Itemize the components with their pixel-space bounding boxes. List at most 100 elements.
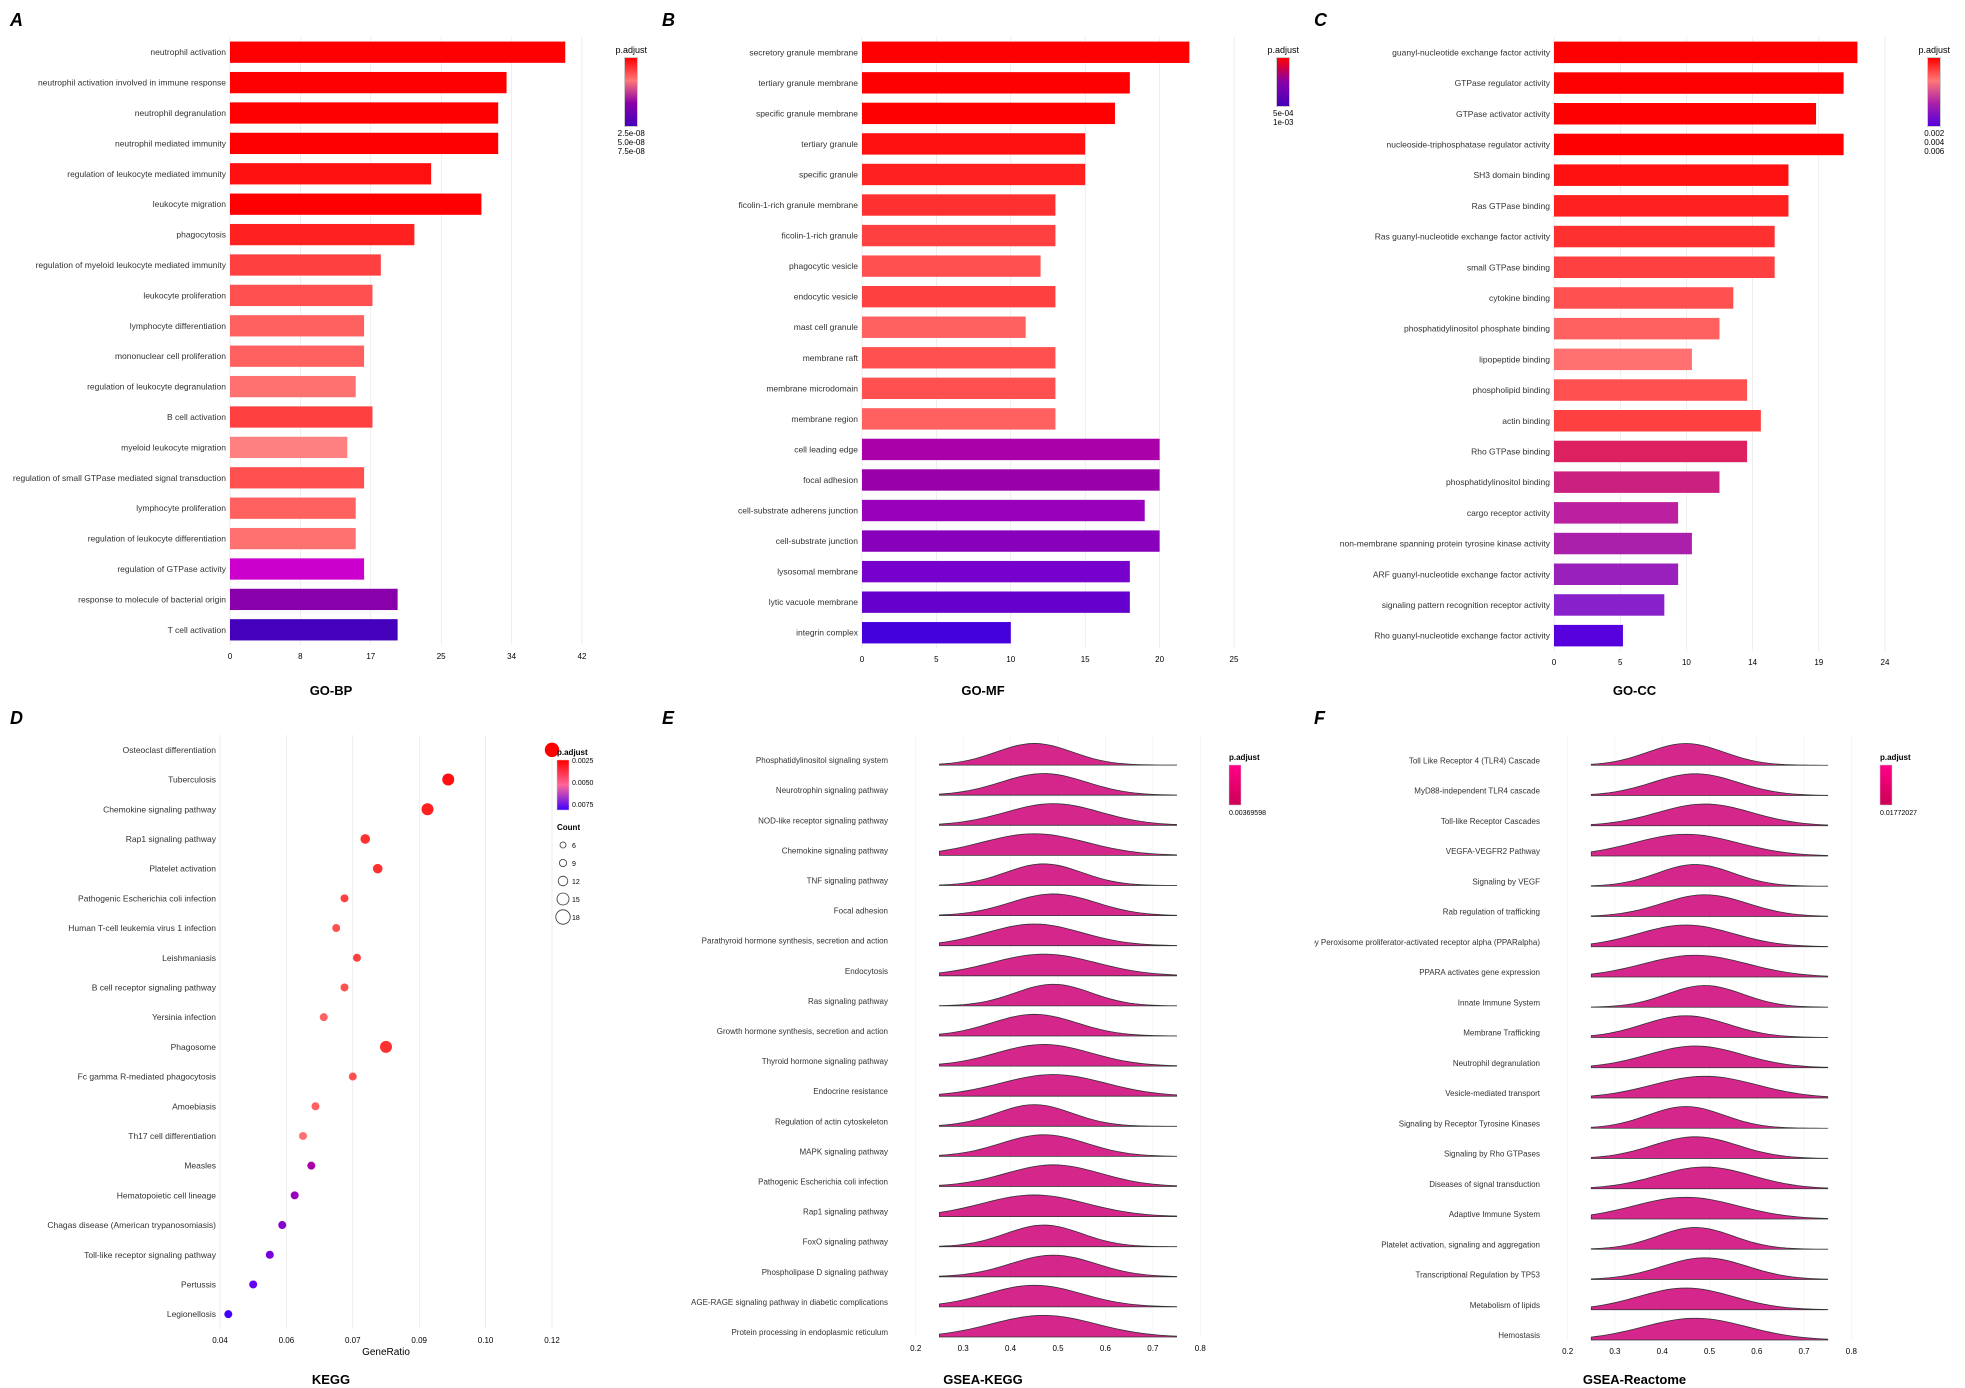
bar-8 <box>862 286 1055 307</box>
ridge-13 <box>939 1135 1176 1157</box>
dot-4 <box>373 864 383 874</box>
svg-text:42: 42 <box>578 652 587 661</box>
svg-text:Signaling by Rho GTPases: Signaling by Rho GTPases <box>1444 1150 1540 1159</box>
ridge-13 <box>1591 1137 1827 1159</box>
svg-text:0.0025: 0.0025 <box>572 758 594 765</box>
svg-text:mast cell granule: mast cell granule <box>794 322 859 332</box>
dot-14 <box>307 1162 315 1170</box>
bar-0 <box>862 42 1189 63</box>
panel-D-inner: 0.040.060.070.090.100.12GeneRatioOsteocl… <box>10 708 652 1387</box>
svg-text:Rho guanyl-nucleotide exchange: Rho guanyl-nucleotide exchange factor ac… <box>1374 631 1551 641</box>
svg-text:Neutrophil degranulation: Neutrophil degranulation <box>1453 1059 1540 1068</box>
svg-text:secretory granule membrane: secretory granule membrane <box>749 47 858 57</box>
svg-text:Hematopoietic cell lineage: Hematopoietic cell lineage <box>117 1190 216 1200</box>
svg-text:specific granule membrane: specific granule membrane <box>756 108 858 118</box>
svg-text:0.4: 0.4 <box>1005 1344 1017 1353</box>
svg-text:lysosomal membrane: lysosomal membrane <box>777 567 858 577</box>
panel-C-bars: 0510141924guanyl-nucleotide exchange fac… <box>1314 32 1955 679</box>
bar-4 <box>862 164 1085 185</box>
svg-text:actin binding: actin binding <box>1502 416 1550 426</box>
bar-14 <box>1554 471 1720 492</box>
svg-text:response to molecule of bacter: response to molecule of bacterial origin <box>78 594 226 604</box>
dot-3 <box>360 834 370 844</box>
svg-text:Tuberculosis: Tuberculosis <box>168 775 216 785</box>
dot-11 <box>349 1073 357 1081</box>
bar-1 <box>1554 72 1844 93</box>
svg-text:0.01772027: 0.01772027 <box>1880 810 1917 817</box>
svg-text:lytic vacuole membrane: lytic vacuole membrane <box>769 597 859 607</box>
svg-text:0.0075: 0.0075 <box>572 802 594 809</box>
svg-text:FoxO signaling pathway: FoxO signaling pathway <box>803 1238 888 1247</box>
panel-C-inner: 0510141924guanyl-nucleotide exchange fac… <box>1314 10 1955 698</box>
svg-text:p.adjust: p.adjust <box>557 748 588 757</box>
svg-text:15: 15 <box>572 897 580 904</box>
svg-text:specific granule: specific granule <box>799 169 858 179</box>
svg-text:Fc gamma R-mediated phagocytos: Fc gamma R-mediated phagocytosis <box>78 1072 216 1082</box>
panel-B-bars: 0510152025secretory granule membranetert… <box>662 32 1304 679</box>
svg-text:VEGFA-VEGFR2 Pathway: VEGFA-VEGFR2 Pathway <box>1446 847 1540 856</box>
svg-text:Diseases of signal transductio: Diseases of signal transduction <box>1429 1180 1540 1189</box>
svg-text:Rho GTPase binding: Rho GTPase binding <box>1471 446 1550 456</box>
bar-7 <box>862 255 1041 276</box>
svg-text:Chagas disease (American trypa: Chagas disease (American trypanosomiasis… <box>47 1220 216 1230</box>
panel-A-inner: 0817253442neutrophil activationneutrophi… <box>10 10 652 698</box>
bar-5 <box>230 194 481 215</box>
svg-text:0: 0 <box>860 655 865 664</box>
svg-text:0.07: 0.07 <box>345 1336 361 1345</box>
svg-text:18: 18 <box>572 915 580 922</box>
ridge-19 <box>939 1315 1176 1337</box>
svg-text:Ras signaling pathway: Ras signaling pathway <box>808 997 888 1006</box>
bar-17 <box>862 561 1130 582</box>
bar-6 <box>1554 226 1775 247</box>
svg-text:Hemostasis: Hemostasis <box>1498 1331 1540 1340</box>
bar-7 <box>1554 257 1775 278</box>
panel-F: F 0.20.30.40.50.60.70.8Toll Like Recepto… <box>1314 708 1955 1387</box>
bar-6 <box>862 225 1055 246</box>
svg-text:regulation of leukocyte mediat: regulation of leukocyte mediated immunit… <box>67 169 226 179</box>
svg-text:Ras GTPase binding: Ras GTPase binding <box>1472 201 1551 211</box>
svg-text:Phosphatidylinositol signaling: Phosphatidylinositol signaling system <box>756 756 888 765</box>
bar-11 <box>862 378 1055 399</box>
svg-text:B cell receptor signaling path: B cell receptor signaling pathway <box>92 982 217 992</box>
svg-text:Yersinia infection: Yersinia infection <box>152 1012 216 1022</box>
bar-9 <box>230 315 364 336</box>
legend-val1-C: 0.002 <box>1924 129 1944 138</box>
svg-text:nucleoside-triphosphatase regu: nucleoside-triphosphatase regulator acti… <box>1387 139 1551 149</box>
dot-17 <box>266 1251 274 1259</box>
ridge-16 <box>1591 1228 1827 1250</box>
svg-text:Regulation of lipid metabolism: Regulation of lipid metabolism by Peroxi… <box>1314 938 1540 947</box>
ridge-3 <box>939 834 1176 856</box>
svg-text:B cell activation: B cell activation <box>167 412 226 422</box>
svg-text:regulation of leukocyte differ: regulation of leukocyte differentiation <box>88 534 227 544</box>
ridge-2 <box>1591 804 1827 826</box>
svg-text:0: 0 <box>228 652 233 661</box>
bar-0 <box>230 42 565 63</box>
svg-text:34: 34 <box>507 652 516 661</box>
bar-13 <box>1554 441 1747 462</box>
ridgeChartF-svg: 0.20.30.40.50.60.70.8Toll Like Receptor … <box>1314 730 1955 1365</box>
dot-13 <box>299 1132 307 1140</box>
svg-text:0.3: 0.3 <box>958 1344 970 1353</box>
ridgeChartE-svg: 0.20.30.40.50.60.70.8Phosphatidylinosito… <box>662 730 1304 1362</box>
panel-C: C 0510141924guanyl-nucleotide exchange f… <box>1314 10 1955 698</box>
svg-text:14: 14 <box>1748 658 1757 667</box>
svg-text:p.adjust: p.adjust <box>1880 753 1911 762</box>
bar-6 <box>230 224 414 245</box>
svg-text:10: 10 <box>1682 658 1691 667</box>
svg-text:12: 12 <box>572 879 580 886</box>
svg-text:Leishmaniasis: Leishmaniasis <box>162 953 216 963</box>
svg-text:Pathogenic Escherichia coli in: Pathogenic Escherichia coli infection <box>78 893 216 903</box>
svg-text:T cell activation: T cell activation <box>168 625 227 635</box>
barChartA-svg: 0817253442neutrophil activationneutrophi… <box>10 32 652 670</box>
bar-5 <box>1554 195 1788 216</box>
svg-text:Measles: Measles <box>184 1161 216 1171</box>
panel-F-ridges: 0.20.30.40.50.60.70.8Toll Like Receptor … <box>1314 730 1955 1368</box>
bar-16 <box>862 530 1160 551</box>
svg-text:Phospholipase D signaling path: Phospholipase D signaling pathway <box>762 1268 888 1277</box>
svg-text:tertiary granule membrane: tertiary granule membrane <box>758 78 858 88</box>
svg-text:guanyl-nucleotide exchange fac: guanyl-nucleotide exchange factor activi… <box>1392 47 1551 57</box>
svg-text:GTPase activator activity: GTPase activator activity <box>1456 109 1551 119</box>
bar-2 <box>862 103 1115 124</box>
svg-text:Rap1 signaling pathway: Rap1 signaling pathway <box>126 834 217 844</box>
bar-9 <box>1554 318 1720 339</box>
